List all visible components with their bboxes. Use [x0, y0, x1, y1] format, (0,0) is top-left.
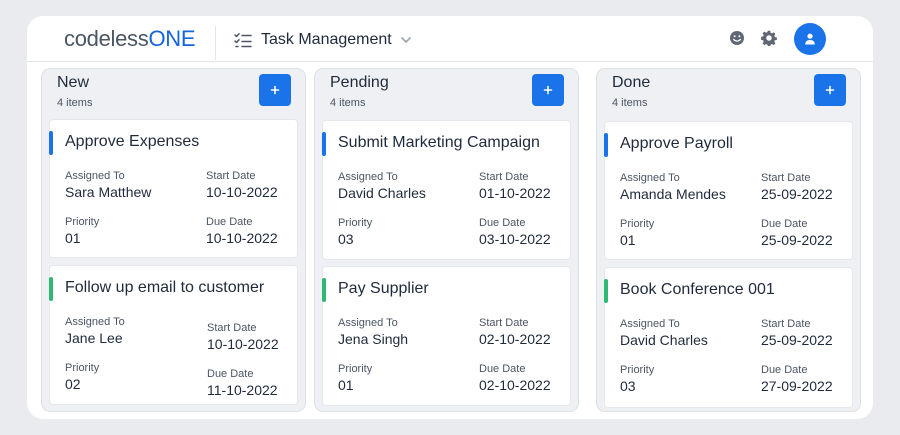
- due-date-value: 27-09-2022: [761, 378, 833, 394]
- task-card[interactable]: Pay Supplier Assigned To Jena Singh Start D…: [322, 266, 571, 406]
- assigned-value: David Charles: [620, 332, 708, 348]
- start-date-value: 25-09-2022: [761, 332, 833, 348]
- app-window: codelessONE Task Management New 4 items …: [27, 16, 873, 419]
- priority-value: 01: [65, 230, 81, 246]
- task-title: Approve Payroll: [620, 135, 733, 152]
- assigned-label: Assigned To: [338, 317, 398, 329]
- start-date-value: 10-10-2022: [207, 336, 279, 352]
- start-date-value: 25-09-2022: [761, 186, 833, 202]
- status-bar: [49, 277, 53, 301]
- status-bar: [49, 131, 53, 155]
- start-date-label: Start Date: [479, 171, 529, 183]
- app-title: Task Management: [261, 31, 392, 48]
- priority-label: Priority: [65, 216, 100, 228]
- priority-label: Priority: [65, 362, 100, 374]
- priority-value: 01: [620, 232, 636, 248]
- assigned-value: Jane Lee: [65, 330, 123, 346]
- start-date-value: 02-10-2022: [479, 331, 551, 347]
- column-title: New: [57, 74, 90, 91]
- assigned-value: Amanda Mendes: [620, 186, 726, 202]
- start-date-label: Start Date: [207, 322, 257, 334]
- start-date-label: Start Date: [761, 318, 811, 330]
- column-item-count: 4 items: [57, 97, 93, 109]
- task-list-icon: [234, 32, 252, 48]
- status-bar: [604, 133, 608, 157]
- due-date-label: Due Date: [479, 363, 526, 375]
- column-title: Pending: [330, 74, 389, 91]
- due-date-label: Due Date: [479, 217, 526, 229]
- app-switcher[interactable]: Task Management: [234, 29, 411, 51]
- task-title: Follow up email to customer: [65, 279, 265, 296]
- codelessone-logo[interactable]: codelessONE: [64, 26, 196, 52]
- assigned-label: Assigned To: [65, 170, 125, 182]
- status-bar: [322, 278, 326, 302]
- status-bar: [322, 132, 326, 156]
- gear-icon[interactable]: [760, 29, 778, 47]
- task-card[interactable]: Approve Payroll Assigned To Amanda Mendes S…: [604, 121, 853, 260]
- logo-main-text: codeless: [64, 26, 149, 51]
- due-date-label: Due Date: [206, 216, 253, 228]
- status-bar: [604, 279, 608, 303]
- top-bar: codelessONE Task Management: [27, 16, 873, 62]
- assigned-label: Assigned To: [620, 318, 680, 330]
- due-date-label: Due Date: [761, 364, 808, 376]
- column-pending: Pending 4 items Submit Marketing Campaign A…: [314, 68, 579, 412]
- due-date-value: 25-09-2022: [761, 232, 833, 248]
- add-task-button[interactable]: [814, 74, 846, 106]
- due-date-value: 11-10-2022: [207, 382, 278, 398]
- due-date-label: Due Date: [761, 218, 808, 230]
- assigned-label: Assigned To: [338, 171, 398, 183]
- priority-value: 02: [65, 376, 81, 392]
- task-card[interactable]: Approve Expenses Assigned To Sara Matthew S…: [49, 119, 298, 258]
- priority-label: Priority: [620, 364, 655, 376]
- assigned-value: David Charles: [338, 185, 426, 201]
- header-divider: [215, 26, 216, 60]
- assigned-label: Assigned To: [620, 172, 680, 184]
- due-date-value: 10-10-2022: [206, 230, 278, 246]
- task-card[interactable]: Book Conference 001 Assigned To David Char…: [604, 267, 853, 408]
- column-item-count: 4 items: [612, 97, 648, 109]
- assigned-value: Jena Singh: [338, 331, 409, 347]
- assigned-value: Sara Matthew: [65, 184, 152, 200]
- user-avatar[interactable]: [794, 23, 826, 55]
- assigned-label: Assigned To: [65, 316, 125, 328]
- column-done: Done 4 items Approve Payroll Assigned To Ama…: [596, 68, 861, 412]
- task-card[interactable]: Submit Marketing Campaign Assigned To Davi…: [322, 120, 571, 260]
- priority-label: Priority: [338, 217, 373, 229]
- smiley-icon[interactable]: [728, 29, 746, 47]
- priority-label: Priority: [338, 363, 373, 375]
- start-date-value: 10-10-2022: [206, 184, 278, 200]
- add-task-button[interactable]: [532, 74, 564, 106]
- priority-label: Priority: [620, 218, 655, 230]
- plus-icon: [270, 85, 280, 95]
- user-icon: [805, 33, 815, 45]
- priority-value: 01: [338, 377, 354, 393]
- priority-value: 03: [338, 231, 354, 247]
- task-title: Pay Supplier: [338, 280, 429, 297]
- priority-value: 03: [620, 378, 636, 394]
- plus-icon: [543, 85, 553, 95]
- start-date-value: 01-10-2022: [479, 185, 551, 201]
- task-title: Approve Expenses: [65, 133, 200, 150]
- task-title: Submit Marketing Campaign: [338, 134, 540, 151]
- due-date-value: 03-10-2022: [479, 231, 551, 247]
- start-date-label: Start Date: [479, 317, 529, 329]
- due-date-value: 02-10-2022: [479, 377, 551, 393]
- start-date-label: Start Date: [206, 170, 256, 182]
- column-title: Done: [612, 74, 651, 91]
- task-title: Book Conference 001: [620, 281, 775, 298]
- start-date-label: Start Date: [761, 172, 811, 184]
- logo-accent-text: ONE: [148, 26, 196, 51]
- plus-icon: [825, 85, 835, 95]
- column-item-count: 4 items: [330, 97, 366, 109]
- due-date-label: Due Date: [207, 368, 254, 380]
- task-card[interactable]: Follow up email to customer Assigned To Ja…: [49, 265, 298, 405]
- column-new: New 4 items Approve Expenses Assigned To Sar…: [41, 68, 306, 412]
- add-task-button[interactable]: [259, 74, 291, 106]
- chevron-down-icon[interactable]: [400, 37, 411, 43]
